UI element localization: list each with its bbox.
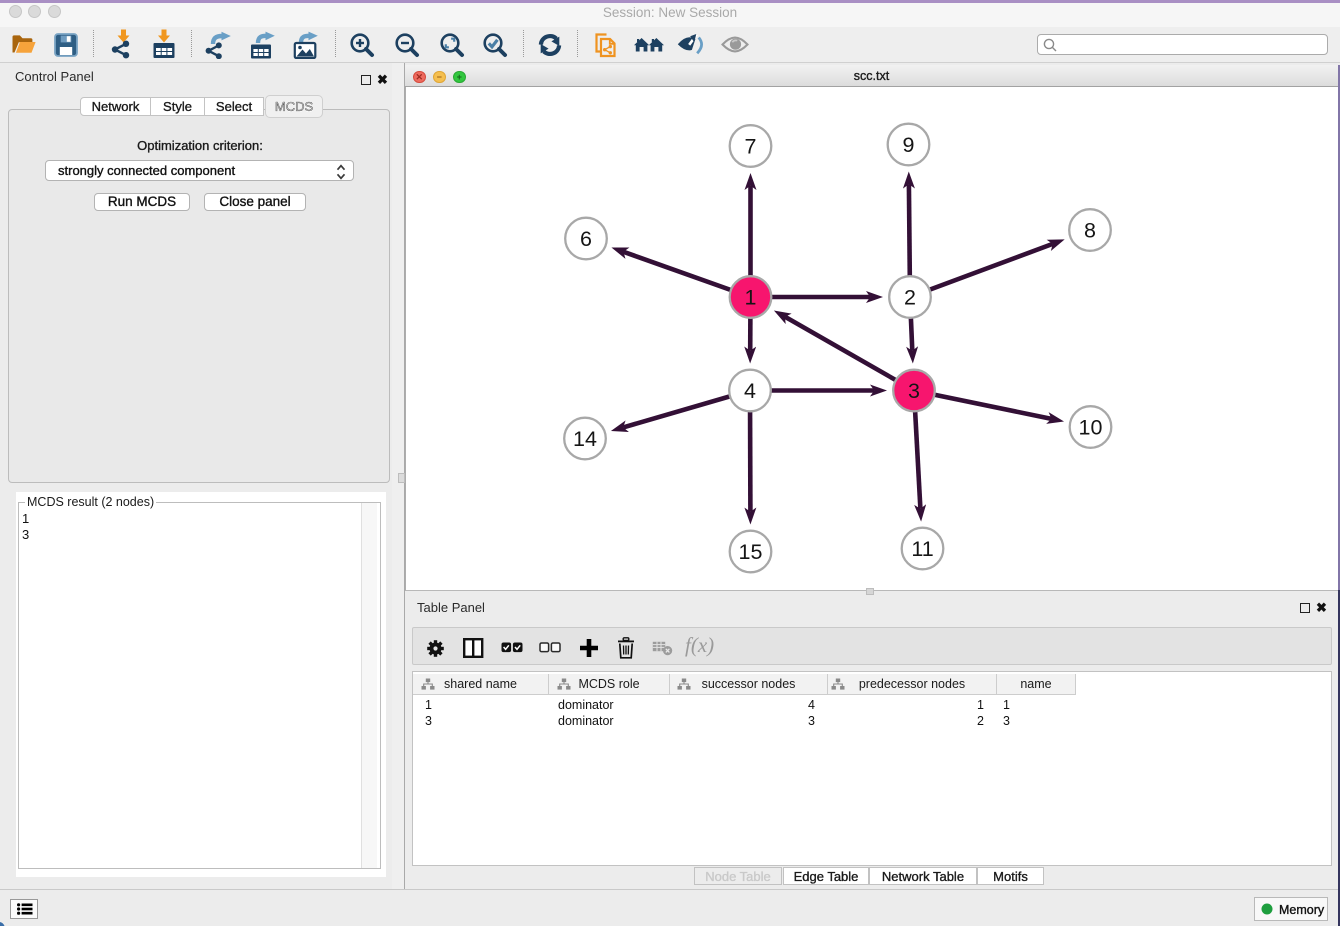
svg-text:6: 6 [580,227,592,251]
svg-text:7: 7 [745,135,757,159]
svg-text:9: 9 [903,133,915,157]
svg-text:11: 11 [911,537,933,561]
svg-text:10: 10 [1079,416,1103,440]
svg-text:4: 4 [744,379,756,403]
svg-text:14: 14 [573,427,597,451]
svg-text:2: 2 [904,286,916,310]
svg-text:8: 8 [1084,219,1096,243]
svg-text:3: 3 [908,379,920,403]
svg-text:15: 15 [739,540,763,564]
svg-text:1: 1 [745,286,757,310]
